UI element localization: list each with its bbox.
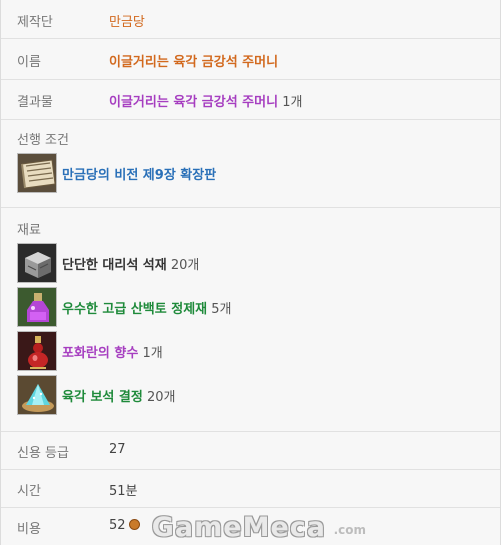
material-crystal-count: 20개 — [146, 390, 176, 405]
credit-row: 신용 등급 27 — [1, 432, 500, 470]
materials-section: 재료 단단한 대리석 석재 20개 우수한 고급 산백토 정제재 5개 포화란의… — [1, 208, 500, 432]
material-refiner-name[interactable]: 우수한 고급 산백토 정제재 — [62, 302, 207, 317]
prerequisite-title: 선행 조건 — [17, 133, 69, 148]
material-perfume-name[interactable]: 포화란의 향수 — [62, 346, 138, 361]
scroll-map-icon[interactable] — [17, 153, 57, 193]
hexagon-crystal-icon[interactable] — [17, 375, 57, 415]
result-item-link[interactable]: 이글거리는 육각 금강석 주머니 — [109, 95, 278, 110]
result-row: 결과물 이글거리는 육각 금강석 주머니 1개 — [1, 80, 500, 120]
time-value: 51분 — [109, 484, 138, 499]
material-refiner-count: 5개 — [211, 302, 232, 317]
result-value: 이글거리는 육각 금강석 주머니 1개 — [109, 91, 302, 110]
producer-value[interactable]: 만금당 — [109, 11, 145, 30]
material-marble-text: 단단한 대리석 석재 20개 — [62, 254, 199, 273]
watermark-domain: .com — [333, 523, 366, 537]
name-row: 이름 이글거리는 육각 금강석 주머니 — [1, 39, 500, 80]
producer-row: 제작단 만금당 — [1, 0, 500, 39]
name-value: 이글거리는 육각 금강석 주머니 — [109, 55, 279, 70]
marble-stone-icon[interactable] — [17, 243, 57, 283]
purple-potion-icon[interactable] — [17, 287, 57, 327]
cost-value-group: 52 — [109, 518, 140, 533]
name-label: 이름 — [17, 55, 41, 70]
material-crystal-text: 육각 보석 결정 20개 — [62, 386, 175, 405]
watermark-logo: GameMeca — [151, 512, 326, 543]
time-label: 시간 — [17, 484, 41, 499]
copper-coin-icon — [128, 519, 140, 530]
credit-label: 신용 등급 — [17, 446, 69, 461]
result-label: 결과물 — [17, 95, 53, 110]
recipe-detail-panel: 제작단 만금당 이름 이글거리는 육각 금강석 주머니 결과물 이글거리는 육각… — [0, 0, 501, 545]
credit-value: 27 — [109, 442, 126, 457]
cost-value: 52 — [109, 518, 126, 533]
result-count: 1개 — [282, 95, 303, 110]
cost-label: 비용 — [17, 522, 41, 537]
prerequisite-section: 선행 조건 만금당의 비전 제9장 확장판 — [1, 120, 500, 208]
material-marble-count: 20개 — [170, 258, 200, 273]
time-row: 시간 51분 — [1, 470, 500, 508]
material-marble-name[interactable]: 단단한 대리석 석재 — [62, 258, 167, 273]
perfume-bottle-icon[interactable] — [17, 331, 57, 371]
material-refiner-text: 우수한 고급 산백토 정제재 5개 — [62, 298, 232, 317]
material-perfume-count: 1개 — [142, 346, 163, 361]
material-perfume-text: 포화란의 향수 1개 — [62, 342, 163, 361]
material-crystal-name[interactable]: 육각 보석 결정 — [62, 390, 143, 405]
producer-label: 제작단 — [17, 15, 53, 30]
materials-title: 재료 — [17, 223, 41, 238]
prerequisite-item-name[interactable]: 만금당의 비전 제9장 확장판 — [62, 164, 216, 183]
